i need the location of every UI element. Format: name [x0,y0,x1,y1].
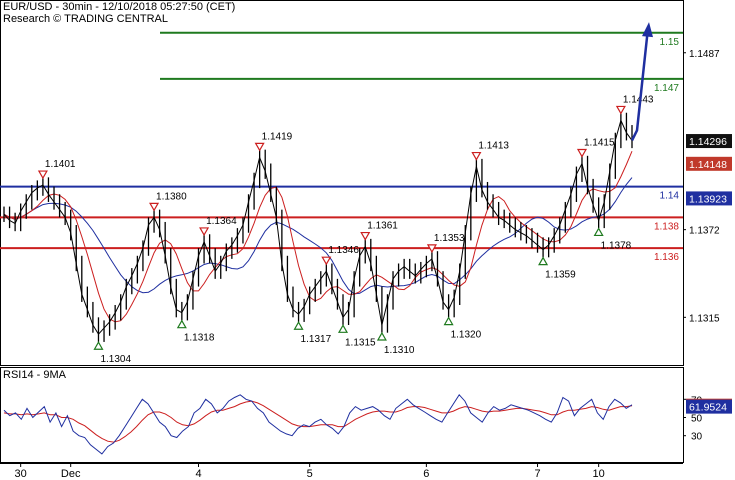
peak-marker [471,151,482,161]
trough-marker [538,256,549,266]
price-tag-label: 1.13923 [689,193,727,205]
trough-marker [376,331,387,341]
trough-marker [443,316,454,326]
rsi-panel-frame [0,367,684,463]
trough-label: 1.1310 [384,345,415,356]
chart-title: EUR/USD - 30min - 12/10/2018 05:27:50 (C… [3,1,236,13]
rsi-ma-line [3,400,633,443]
peak-marker [321,256,332,266]
peak-marker [576,148,588,158]
projection-arrow [630,28,650,141]
price-tag-label: 1.14148 [689,159,727,171]
trough-label: 1.1320 [451,330,482,341]
level-label: 1.138 [654,221,679,232]
trough-label: 1.1317 [301,334,332,345]
price-axis-label: 1.1487 [689,49,720,60]
x-axis-label: 4 [195,468,201,480]
trough-marker [293,321,304,330]
peak-marker [360,231,371,241]
peak-marker [199,227,210,237]
peak-label: 1.1364 [206,216,237,227]
peak-label: 1.1419 [262,131,293,142]
x-axis-label: 30 [15,468,27,480]
x-axis-label: 10 [593,468,605,480]
rsi-axis-label: 30 [691,432,703,443]
peak-label: 1.1415 [584,138,615,149]
trough-marker [593,227,604,237]
trough-marker [337,324,349,333]
peak-label: 1.1361 [367,221,398,232]
x-axis-label: 7 [534,468,540,480]
peak-label: 1.1353 [434,233,465,244]
peak-marker [615,105,626,115]
rsi-line [3,393,633,455]
level-label: 1.15 [660,37,680,48]
trough-marker [176,319,187,329]
level-label: 1.136 [654,252,679,263]
level-label: 1.14 [660,191,680,202]
peak-label: 1.1346 [328,245,359,256]
x-axis-label: 6 [423,468,429,480]
x-axis-label: Dec [61,468,81,480]
level-label: 1.147 [654,83,679,94]
peak-label: 1.1413 [478,141,509,152]
price-axis-label: 1.1315 [689,313,720,324]
trough-label: 1.1378 [601,240,632,251]
price-tag-label: 1.14296 [689,136,727,148]
trough-label: 1.1318 [184,333,215,344]
trough-label: 1.1359 [545,270,576,281]
peak-marker [254,142,265,152]
peak-label: 1.1401 [45,159,76,170]
price-line [3,118,633,336]
rsi-axis-label: 50 [691,414,703,425]
price-axis-label: 1.1372 [689,226,720,237]
peak-marker [149,202,160,212]
rsi-panel-label: RSI14 - 9MA [3,369,66,381]
peak-label: 1.1380 [156,191,187,202]
peak-label: 1.1443 [623,94,654,105]
rsi-value-label: 61.9524 [689,402,727,414]
trough-label: 1.1315 [345,337,376,348]
price-panel-frame [0,0,684,366]
projection-arrow-head [642,22,653,38]
trough-marker [93,341,104,350]
chart-canvas: 1.15 1.147 1.14 1.138 1.136 1.1401 1.1304 1.138… [0,0,732,480]
x-axis-label: 5 [307,468,313,480]
peak-marker [37,170,48,180]
trough-label: 1.1304 [100,354,131,365]
research-credit: Research © TRADING CENTRAL [3,13,168,25]
